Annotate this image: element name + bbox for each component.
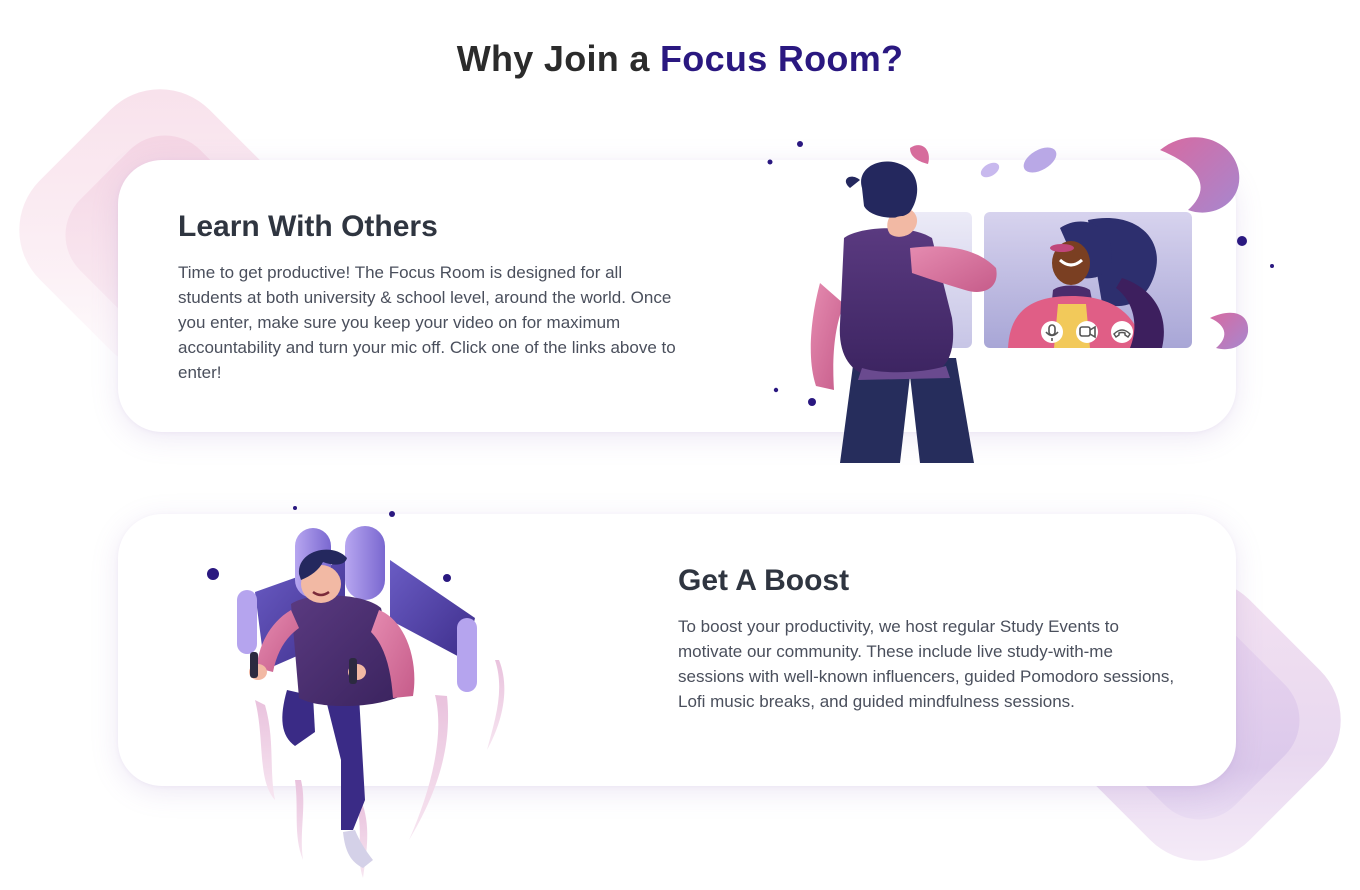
feature-description: Time to get productive! The Focus Room i… [178, 263, 676, 382]
feature-title: Learn With Others [178, 210, 438, 243]
call-controls [1041, 321, 1133, 343]
feature-description: To boost your productivity, we host regu… [678, 617, 1175, 711]
jetpack-illustration [207, 506, 505, 878]
heading-accent: Focus Room? [660, 38, 904, 79]
heading-text: Why Join a [456, 38, 661, 79]
microphone-icon[interactable] [1041, 321, 1063, 343]
hang-up-icon[interactable] [1111, 321, 1133, 343]
camera-icon[interactable] [1076, 321, 1098, 343]
feature-title: Get A Boost [678, 564, 850, 597]
video-call-illustration [767, 137, 1274, 463]
section-heading: Why Join a Focus Room? [0, 38, 1360, 80]
